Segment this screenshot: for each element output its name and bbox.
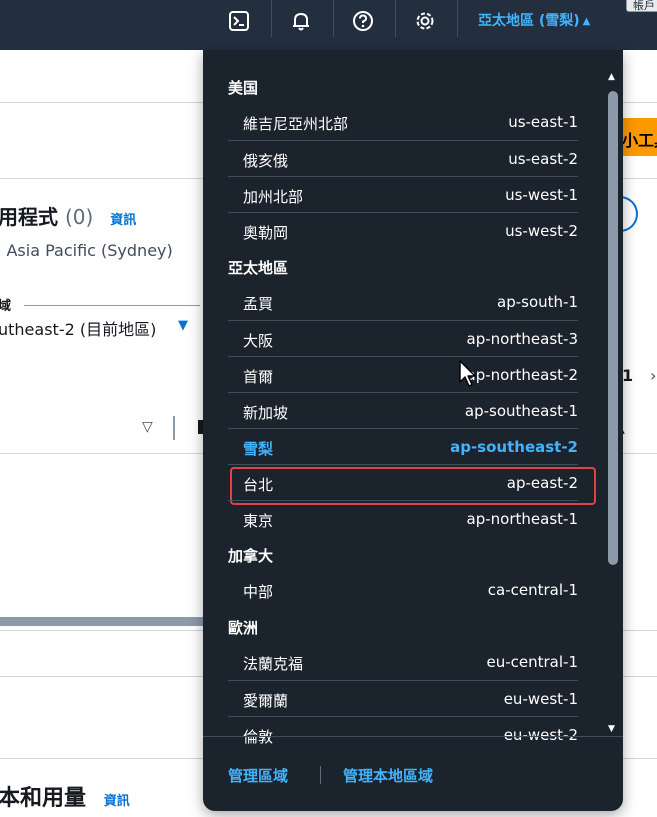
- nav-separator: [395, 0, 396, 37]
- region-option-ap-south-1[interactable]: 孟買 ap-south-1: [228, 284, 578, 320]
- region-field-label: 域: [0, 299, 12, 314]
- region-option-name: 愛爾蘭: [243, 692, 289, 710]
- region-option-code: ca-central-1: [487, 581, 578, 599]
- gear-icon[interactable]: [405, 6, 445, 36]
- info-link[interactable]: 資訊: [110, 213, 136, 228]
- page-title-count: (0): [64, 205, 94, 229]
- scroll-down-arrow-icon[interactable]: ▼: [608, 724, 615, 734]
- region-option-name: 俄亥俄: [243, 152, 289, 170]
- page-title-text: 用程式: [0, 205, 58, 229]
- caret-down-icon[interactable]: ▼: [178, 318, 188, 333]
- pagination-current[interactable]: 1: [622, 366, 633, 385]
- region-group-header: 加拿大: [228, 547, 274, 565]
- cloudshell-icon[interactable]: [219, 6, 259, 36]
- region-option-ap-east-2[interactable]: 台北 ap-east-2: [228, 464, 596, 505]
- mouse-cursor-icon: [459, 360, 476, 387]
- region-option-us-east-2[interactable]: 俄亥俄 us-east-2: [228, 140, 578, 176]
- region-option-code: eu-west-1: [503, 690, 578, 708]
- region-option-us-west-1[interactable]: 加州北部 us-west-1: [228, 176, 578, 212]
- section-info-link[interactable]: 資訊: [104, 794, 130, 809]
- caret-up-icon: ▲: [582, 16, 591, 27]
- region-option-name: 孟買: [243, 295, 274, 313]
- section-title-text: 本和用量: [0, 786, 87, 811]
- region-list: 美国維吉尼亞州北部 us-east-1 俄亥俄 us-east-2 加州北部 us-wes…: [203, 68, 603, 752]
- region-option-name: 法蘭克福: [243, 655, 304, 673]
- region-option-ap-northeast-1[interactable]: 東京 ap-northeast-1: [228, 500, 578, 536]
- region-option-name: 雪梨: [243, 440, 274, 458]
- filter-separator: [173, 416, 175, 440]
- dropdown-scrollbar[interactable]: ▲ ▼: [606, 70, 620, 740]
- region-option-code: ap-east-2: [506, 474, 578, 492]
- region-option-code: us-west-1: [505, 186, 578, 204]
- page-subtitle: : Asia Pacific (Sydney): [0, 241, 173, 260]
- account-menu[interactable]: 帳戶: [626, 0, 657, 12]
- region-option-code: us-east-2: [508, 150, 578, 168]
- region-option-code: us-east-1: [508, 113, 578, 131]
- field-label-line: [24, 305, 200, 306]
- page-title: 用程式 (0) 資訊: [0, 201, 136, 230]
- region-option-code: ap-southeast-1: [464, 402, 578, 420]
- region-group-header: 美国: [228, 79, 259, 97]
- manage-local-zones-link[interactable]: 管理本地區域: [343, 765, 433, 786]
- region-option-ap-southeast-2[interactable]: 雪梨 ap-southeast-2: [228, 428, 578, 464]
- region-option-us-west-2[interactable]: 奧勒岡 us-west-2: [228, 212, 578, 248]
- scroll-up-arrow-icon[interactable]: ▲: [608, 72, 615, 82]
- region-option-name: 新加坡: [243, 404, 289, 422]
- region-option-name: 奧勒岡: [243, 224, 289, 242]
- filter-caret-icon[interactable]: ▽: [142, 419, 153, 435]
- pagination-next-icon[interactable]: ›: [650, 366, 656, 385]
- footer-separator: [320, 766, 321, 784]
- region-option-code: ap-southeast-2: [450, 438, 578, 456]
- region-option-ca-central-1[interactable]: 中部 ca-central-1: [228, 572, 578, 608]
- region-option-name: 台北: [243, 476, 274, 494]
- region-selector-button[interactable]: 亞太地區 (雪梨) ▲: [478, 10, 590, 30]
- region-option-code: ap-south-1: [497, 293, 578, 311]
- bell-icon[interactable]: [281, 6, 321, 36]
- region-option-ap-northeast-3[interactable]: 大阪 ap-northeast-3: [228, 320, 578, 356]
- region-selector-label: 亞太地區 (雪梨): [478, 13, 580, 29]
- region-option-ap-northeast-2[interactable]: 首爾 ap-northeast-2: [228, 356, 578, 392]
- horizontal-scrollbar[interactable]: [0, 617, 220, 626]
- region-option-name: 大阪: [243, 332, 274, 350]
- region-group-header: 歐洲: [228, 619, 259, 637]
- region-option-code: ap-northeast-3: [466, 330, 578, 348]
- region-option-name: 首爾: [243, 368, 274, 386]
- nav-separator: [271, 0, 272, 37]
- region-option-name: 加州北部: [243, 188, 304, 206]
- region-option-eu-central-1[interactable]: 法蘭克福 eu-central-1: [228, 644, 578, 680]
- manage-regions-link[interactable]: 管理區域: [228, 765, 288, 786]
- region-dropdown: 美国維吉尼亞州北部 us-east-1 俄亥俄 us-east-2 加州北部 us-wes…: [203, 50, 623, 811]
- scrollbar-thumb[interactable]: [608, 91, 618, 565]
- region-option-name: 東京: [243, 512, 274, 530]
- nav-separator: [457, 0, 458, 37]
- region-option-code: eu-central-1: [486, 653, 579, 671]
- region-option-eu-west-1[interactable]: 愛爾蘭 eu-west-1: [228, 680, 578, 716]
- region-option-ap-southeast-1[interactable]: 新加坡 ap-southeast-1: [228, 392, 578, 428]
- help-icon[interactable]: [343, 6, 383, 36]
- orange-action-button[interactable]: 小工具: [618, 118, 657, 156]
- region-group-header: 亞太地區: [228, 259, 289, 277]
- dropdown-footer: 管理區域 管理本地區域: [203, 736, 623, 811]
- nav-separator: [333, 0, 334, 37]
- top-navigation-bar: 亞太地區 (雪梨) ▲ 帳戶: [0, 0, 657, 50]
- region-option-name: 維吉尼亞州北部: [243, 115, 349, 133]
- region-option-code: us-west-2: [505, 222, 578, 240]
- region-select[interactable]: utheast-2 (目前地區): [0, 316, 156, 340]
- region-option-code: ap-northeast-2: [466, 366, 578, 384]
- region-option-us-east-1[interactable]: 維吉尼亞州北部 us-east-1: [228, 104, 578, 140]
- region-option-name: 中部: [243, 583, 274, 601]
- section-title: 本和用量 資訊: [0, 780, 130, 812]
- region-option-code: ap-northeast-1: [466, 510, 578, 528]
